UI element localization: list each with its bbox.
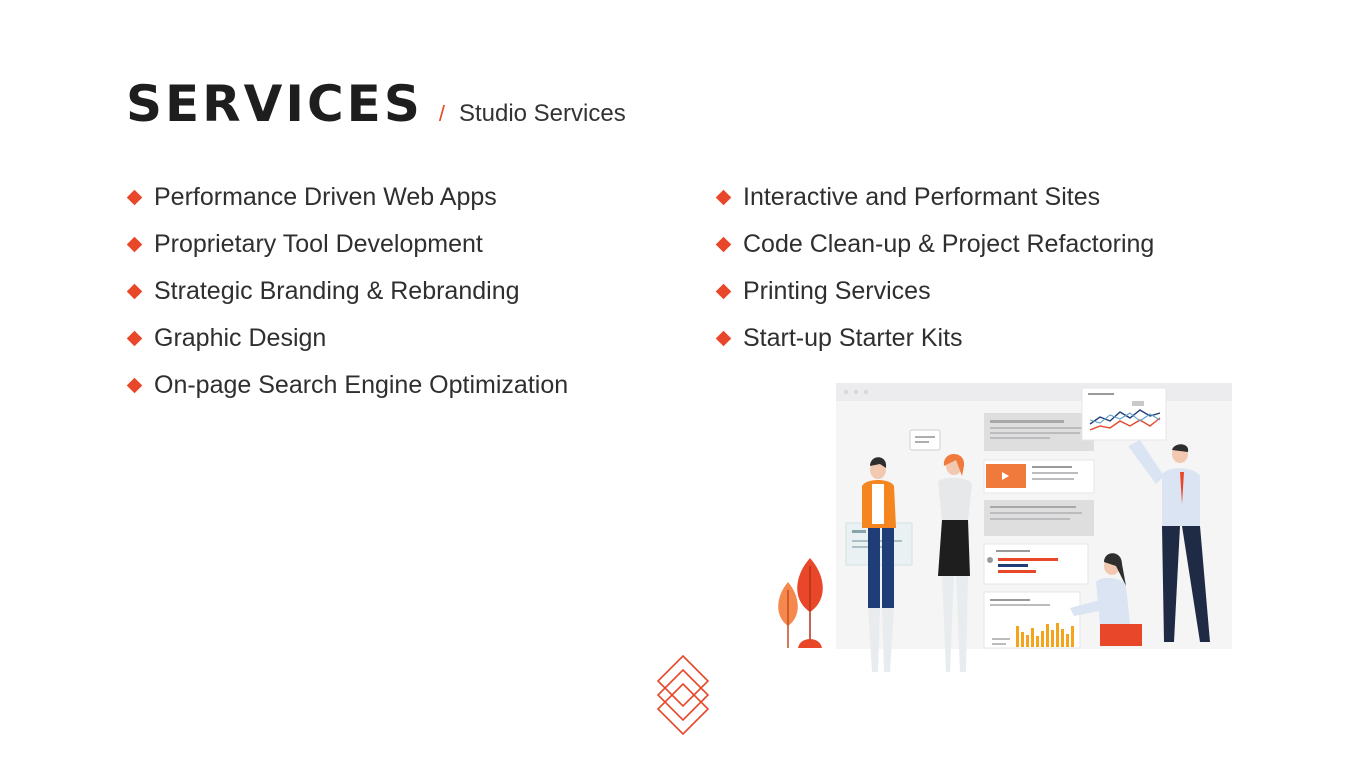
diamond-bullet-icon bbox=[715, 330, 732, 347]
page-header: SERVICES / Studio Services bbox=[126, 76, 626, 132]
title-separator: / bbox=[438, 101, 445, 126]
list-item: Strategic Branding & Rebranding bbox=[125, 268, 568, 315]
list-item: Proprietary Tool Development bbox=[125, 221, 568, 268]
stacked-diamonds-logo-icon bbox=[656, 654, 710, 736]
services-list-right: Interactive and Performant Sites Code Cl… bbox=[714, 174, 1154, 362]
service-label: Strategic Branding & Rebranding bbox=[154, 277, 520, 305]
list-item: Graphic Design bbox=[125, 315, 568, 362]
diamond-bullet-icon bbox=[715, 283, 732, 300]
diamond-bullet-icon bbox=[126, 189, 143, 206]
diamond-bullet-icon bbox=[126, 283, 143, 300]
diamond-bullet-icon bbox=[126, 236, 143, 253]
diamond-bullet-icon bbox=[715, 189, 732, 206]
services-list-left: Performance Driven Web Apps Proprietary … bbox=[125, 174, 568, 409]
list-item: Performance Driven Web Apps bbox=[125, 174, 568, 221]
list-item: Printing Services bbox=[714, 268, 1154, 315]
team-dashboard-illustration bbox=[778, 383, 1232, 672]
service-label: Performance Driven Web Apps bbox=[154, 183, 497, 211]
list-item: Interactive and Performant Sites bbox=[714, 174, 1154, 221]
list-item: Start-up Starter Kits bbox=[714, 315, 1154, 362]
service-label: Code Clean-up & Project Refactoring bbox=[743, 230, 1155, 258]
service-label: Graphic Design bbox=[154, 324, 327, 352]
service-label: Proprietary Tool Development bbox=[154, 230, 483, 258]
diamond-bullet-icon bbox=[126, 330, 143, 347]
service-label: On-page Search Engine Optimization bbox=[154, 371, 569, 399]
page-title: SERVICES bbox=[126, 75, 423, 133]
service-label: Printing Services bbox=[743, 277, 931, 305]
service-label: Start-up Starter Kits bbox=[743, 324, 963, 352]
page-subtitle: Studio Services bbox=[458, 100, 626, 127]
service-label: Interactive and Performant Sites bbox=[743, 183, 1101, 211]
list-item: Code Clean-up & Project Refactoring bbox=[714, 221, 1154, 268]
list-item: On-page Search Engine Optimization bbox=[125, 362, 568, 409]
diamond-bullet-icon bbox=[126, 377, 143, 394]
diamond-bullet-icon bbox=[715, 236, 732, 253]
